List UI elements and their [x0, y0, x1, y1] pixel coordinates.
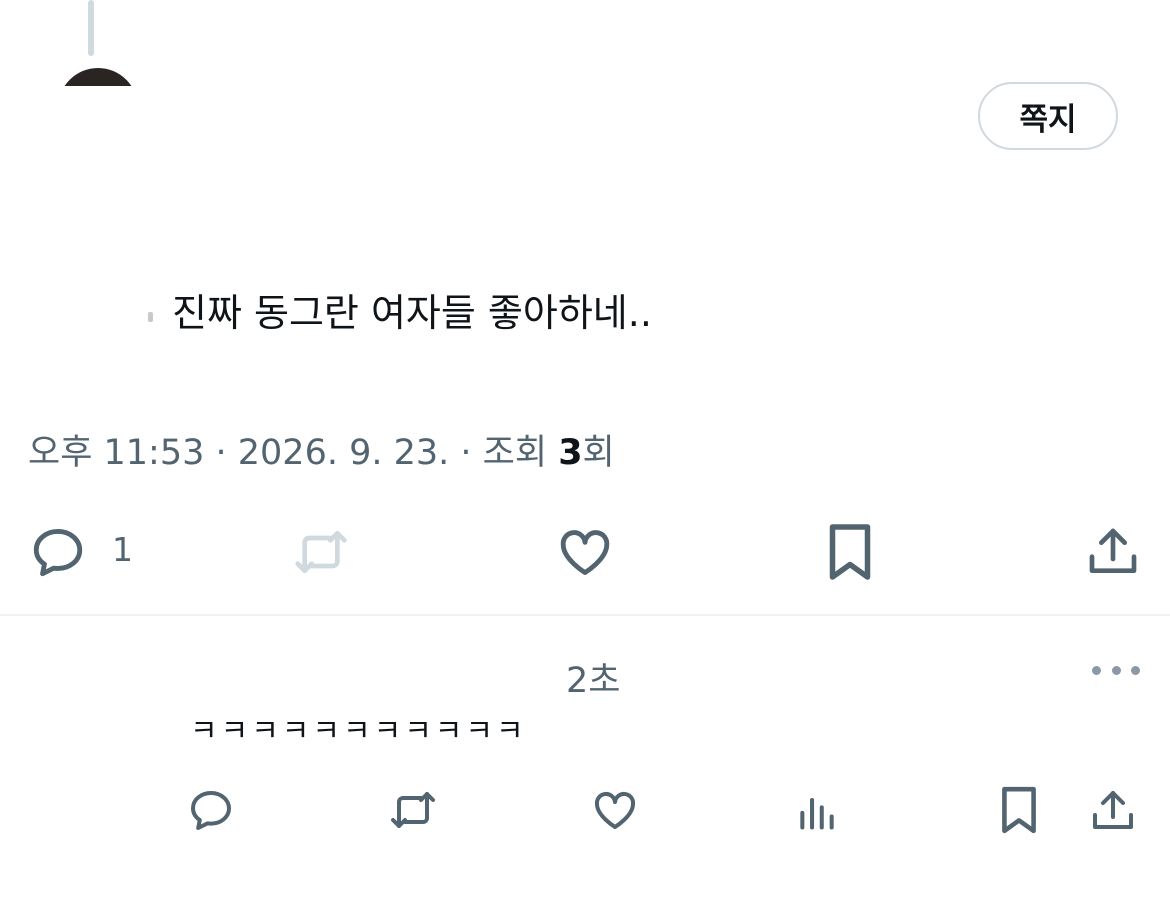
tweet-meta: 오후 11:53 · 2026. 9. 23. · 조회 3회: [28, 424, 615, 475]
tweet-timestamp-date[interactable]: 오후 11:53 · 2026. 9. 23. · 조회: [28, 433, 558, 473]
bookmark-button[interactable]: [822, 520, 878, 584]
bookmark-icon: [1002, 786, 1036, 834]
retweet-button: [288, 524, 354, 580]
view-count: 3: [558, 433, 583, 473]
tweet-text: 진짜 동그란 여자들 좋아하네..: [172, 291, 652, 335]
reply-button[interactable]: [26, 522, 90, 582]
reply-like-button[interactable]: [590, 786, 640, 834]
share-button[interactable]: [1084, 520, 1142, 584]
reply-timestamp[interactable]: 2초: [566, 652, 620, 703]
bookmark-icon: [829, 524, 871, 580]
reply-retweet-button[interactable]: [386, 786, 440, 834]
reply-share-button[interactable]: [1088, 786, 1138, 836]
reply-count: 1: [112, 530, 133, 569]
speech-bubble-icon: [33, 529, 83, 577]
reply-bookmark-button[interactable]: [996, 784, 1042, 836]
share-icon: [1093, 791, 1133, 829]
bar-chart-icon: [800, 797, 834, 830]
cropped-glyph: [148, 312, 153, 322]
display-name-fragment: [200, 80, 244, 88]
divider: [0, 614, 1170, 616]
retweet-icon: [391, 792, 435, 828]
retweet-icon: [295, 531, 347, 573]
reply-text: ㅋㅋㅋㅋㅋㅋㅋㅋㅋㅋㅋ: [190, 714, 527, 749]
dm-button[interactable]: 쪽지: [978, 82, 1118, 150]
reply-views-button[interactable]: [794, 788, 840, 834]
view-count-suffix: 회: [582, 433, 615, 473]
heart-icon: [560, 530, 610, 575]
thread-line: [88, 0, 94, 56]
heart-icon: [594, 792, 636, 829]
speech-bubble-icon: [191, 791, 231, 830]
more-dots-icon[interactable]: [1092, 655, 1140, 685]
share-icon: [1089, 528, 1137, 573]
reply-reply-button[interactable]: [186, 786, 236, 834]
like-button[interactable]: [554, 522, 616, 582]
avatar[interactable]: [58, 68, 138, 86]
